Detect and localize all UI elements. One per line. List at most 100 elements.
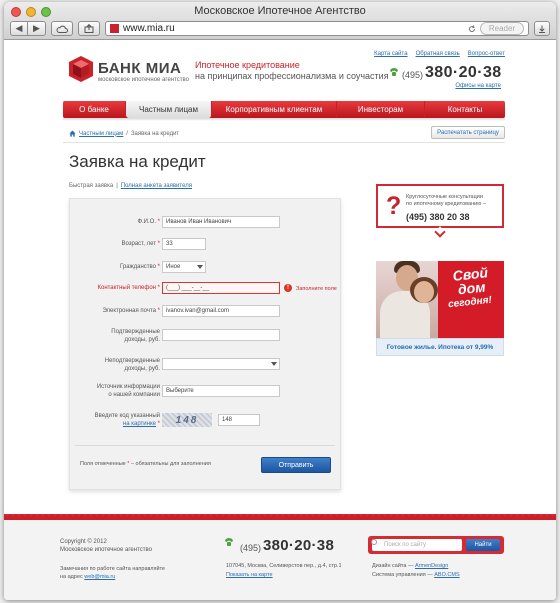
cms-link[interactable]: ABO.CMS [434,572,459,578]
breadcrumb-current: Заявка на кредит [130,130,180,137]
search-input[interactable]: Поиск по сайту [372,539,462,551]
consultation-phone: (495) 380 20 38 [406,212,470,222]
required-note: Поля отмеченные * – обязательны для запо… [80,461,211,467]
icloud-button[interactable] [51,21,73,36]
menu-shadow [63,118,505,121]
submit-button[interactable]: Отправить [261,457,331,473]
back-button[interactable]: ◀ [10,21,28,36]
source-select[interactable]: Выберите [162,385,280,397]
header-top-links: Карта сайта Обратная связь Вопрос-ответ [374,51,505,57]
footer-map-link[interactable]: Показать на карте [226,572,273,578]
banner-caption-link[interactable]: Готовое жилье. Ипотека от 9,99% [376,338,504,356]
form-type-tabs: Быстрая заявка | Полная анкета заявителя [69,183,192,189]
header-phone-number: 380·20·38 [425,64,502,81]
footer [4,518,556,600]
title-bar: Московское Ипотечное Агентство ◀ ▶ www.m… [4,2,556,40]
print-page-button[interactable]: Распечатать страницу [431,126,505,139]
slogan-line-1: Ипотечное кредитование [195,60,300,70]
menu-item-contacts[interactable]: Контакты [425,101,505,118]
reload-icon[interactable] [468,24,476,33]
search-button[interactable]: Найти [466,539,500,551]
download-icon [539,25,545,33]
bank-logo-icon[interactable] [69,56,93,82]
menu-item-private[interactable]: Частным лицам [126,101,212,118]
menu-item-corporate[interactable]: Корпоративным клиентам [212,101,337,118]
captcha-image: 148 [162,413,212,427]
divider [63,142,505,143]
sitemap-link[interactable]: Карта сайта [374,51,407,57]
unconfirmed-income-label: Неподтвержденные доходы, руб. [104,358,160,372]
offices-map-link[interactable]: Офисы на карте [455,83,501,89]
site-favicon-icon [110,24,119,33]
main-menu: О банке Частным лицам Корпоративным клие… [63,101,505,118]
share-button[interactable] [78,21,100,36]
footer-search: Поиск по сайту Найти [368,536,504,554]
email-input[interactable]: ivanov.ivan@gmail.com [162,305,280,317]
confirmed-income-input[interactable] [162,329,280,341]
logo-subtitle: московское ипотечное агентство [98,77,189,83]
breadcrumb-separator: / [126,130,128,137]
tab-full-form[interactable]: Полная анкета заявителя [121,183,192,189]
form-divider [75,445,335,446]
footer-phone-code: (495) [240,543,262,553]
faq-link[interactable]: Вопрос-ответ [468,51,505,57]
page-content: БАНК МИА московское ипотечное агентство … [58,40,505,490]
feedback-link[interactable]: Обратная связь [416,51,460,57]
back-icon: ◀ [15,23,23,33]
chevron-down-icon [197,265,203,269]
consultation-text: Круглосуточные консультации по ипотечному… [406,194,486,207]
tab-quick-request[interactable]: Быстрая заявка [69,183,113,189]
breadcrumb: Частным лицам / Заявка на кредит [69,130,179,137]
browser-toolbar: ◀ ▶ www.mia.ru Reader [10,20,550,37]
footer-address: 107045, Москва, Селиверстов пер., д.4, с… [226,563,342,578]
cloud-icon [56,25,68,33]
footer-credits: Дизайн сайта — ArmenDesign Система управ… [372,563,460,578]
header-phone-code: (495) [402,70,424,80]
url-text: www.mia.ru [123,23,175,34]
breadcrumb-private-link[interactable]: Частным лицам [79,131,123,137]
menu-item-about[interactable]: О банке [63,101,126,118]
citizenship-label: Гражданство * [120,264,160,270]
unconfirmed-income-select[interactable] [162,358,280,370]
tab-separator: | [116,183,118,189]
footer-phone-icon [225,538,233,546]
captcha-refresh-link[interactable]: на картинке [123,421,156,427]
logo-name[interactable]: БАНК МИА [98,60,181,77]
address-bar[interactable]: www.mia.ru Reader [105,21,529,36]
page-title: Заявка на кредит [69,152,206,171]
forward-button[interactable]: ▶ [28,21,46,36]
captcha-label: Введите код указанный на картинке * [94,413,160,427]
reader-button[interactable]: Reader [480,22,524,35]
age-input[interactable]: 33 [162,238,206,250]
window-title: Московское Ипотечное Агентство [194,5,366,17]
age-label: Возраст, лет * [121,241,160,247]
callout-tail [434,226,446,238]
designer-link[interactable]: ArmenDesign [415,563,448,569]
footer-copyright: Copyright © 2012 Московское ипотечное аге… [60,539,152,553]
home-icon[interactable] [69,130,76,137]
promo-banner[interactable]: Свой дом сегодня! [376,261,504,338]
chevron-down-icon [271,362,277,366]
email-label: Электронная почта * [102,308,160,314]
phone-label: Контактный телефон * [97,285,160,291]
share-icon [84,24,94,33]
footer-feedback-note: Замечания по работе сайта направляйте на … [60,566,166,580]
phone-input[interactable]: (___) ___-__-__ [162,282,280,294]
menu-item-investors[interactable]: Инвесторам [337,101,425,118]
forward-icon: ▶ [33,23,40,33]
footer-zigzag-border [4,514,556,520]
fio-input[interactable]: Иванов Иван Иванович [162,216,280,228]
footer-email-link[interactable]: web@mia.ru [84,574,115,580]
fio-label: Ф.И.О. * [137,219,160,225]
slogan-line-2: на принципах профессионализма и соучасти… [195,71,389,81]
downloads-button[interactable] [534,21,550,36]
web-page: БАНК МИА московское ипотечное агентство … [4,40,556,600]
banner-headline: Свой дом [451,264,489,298]
footer-phone-number: 380·20·38 [263,537,335,554]
captcha-input[interactable]: 148 [218,414,260,426]
credit-request-form: Ф.И.О. * Иванов Иван Иванович Возраст, л… [69,198,341,490]
citizenship-select[interactable]: Иное [162,261,206,273]
question-icon: ? [386,192,402,220]
confirmed-income-label: Подтвержденные доходы, руб. [111,329,160,343]
consultation-box: ? Круглосуточные консультации по ипотечно… [376,184,504,238]
